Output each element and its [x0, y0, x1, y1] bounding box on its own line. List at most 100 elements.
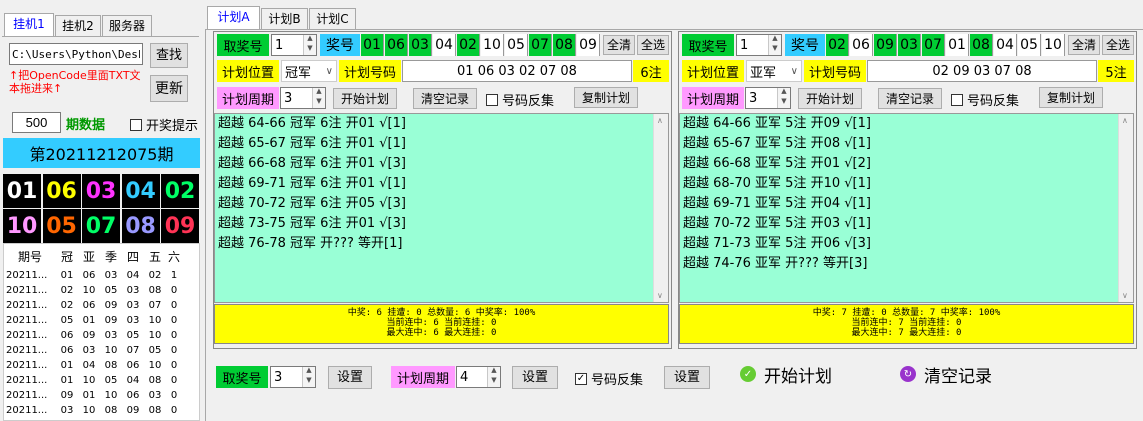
award-number[interactable]: 03 [409, 34, 432, 56]
award-number[interactable]: 04 [994, 34, 1017, 56]
clear-record-small-button[interactable]: 清空记录 [413, 88, 477, 109]
start-plan-small-button[interactable]: 开始计划 [333, 88, 397, 109]
award-number[interactable]: 06 [850, 34, 873, 56]
reverse-checkbox[interactable]: 号码反集 [951, 90, 1019, 109]
award-number[interactable]: 05 [505, 34, 528, 56]
tab-plan-b[interactable]: 计划B [261, 8, 308, 30]
checkbox-box[interactable] [130, 118, 142, 131]
cycle-stepper[interactable]: 3 ▲ ▼ [280, 87, 326, 109]
award-number[interactable]: 01 [361, 34, 384, 56]
bottom-set-button-1[interactable]: 设置 [328, 366, 372, 389]
column-header[interactable]: 四 [122, 244, 144, 268]
table-row[interactable]: 20211... 02 10 05 03 08 0 [4, 283, 182, 298]
stepper-arrows[interactable]: ▲ ▼ [302, 367, 315, 387]
list-item: 超越 71-73 亚军 5注 开06 √[3] [683, 236, 871, 251]
chevron-down-icon[interactable]: ∨ [326, 66, 333, 77]
open-prize-tip-checkbox[interactable]: 开奖提示 [130, 115, 198, 134]
bottom-set-button-3[interactable]: 设置 [664, 366, 710, 389]
clear-all-button[interactable]: 全清 [603, 35, 635, 55]
table-row[interactable]: 20211... 06 09 03 05 10 0 [4, 328, 182, 343]
chevron-up-icon[interactable]: ∧ [657, 116, 663, 125]
reverse-checkbox[interactable]: 号码反集 [486, 90, 554, 109]
column-header[interactable]: 季 [100, 244, 122, 268]
award-number[interactable]: 04 [433, 34, 456, 56]
pick-stepper[interactable]: 1 ▲ ▼ [736, 34, 782, 56]
award-number[interactable]: 02 [826, 34, 849, 56]
table-row[interactable]: 20211... 03 10 08 09 08 0 [4, 403, 182, 418]
scrollbar[interactable]: ∧ ∨ [1118, 114, 1133, 302]
award-number[interactable]: 07 [529, 34, 552, 56]
period-count-input[interactable] [12, 112, 61, 133]
find-button[interactable]: 查找 [150, 43, 188, 68]
path-input[interactable] [9, 43, 143, 65]
code-value[interactable]: 01 06 03 02 07 08 [402, 60, 632, 82]
bottom-cycle-stepper[interactable]: 4 ▲ ▼ [456, 366, 501, 388]
plan-log[interactable]: 超越 64-66 冠军 6注 开01 √[1] 超越 65-67 冠军 6注 开0… [214, 113, 669, 303]
table-row[interactable]: 20211... 06 03 10 07 05 0 [4, 343, 182, 358]
table-row[interactable]: 20211... 02 06 09 03 07 0 [4, 298, 182, 313]
clear-record-button[interactable]: ↻ 清空记录 [900, 362, 992, 387]
pick-stepper[interactable]: 1 ▲ ▼ [271, 34, 317, 56]
start-plan-button[interactable]: ✓ 开始计划 [740, 362, 832, 387]
bottom-set-button-2[interactable]: 设置 [512, 366, 558, 389]
clear-all-button[interactable]: 全清 [1068, 35, 1100, 55]
stepper-arrows[interactable]: ▲ ▼ [777, 88, 790, 108]
tab-plan-a[interactable]: 计划A [207, 6, 260, 30]
stepper-arrows[interactable]: ▲ ▼ [303, 35, 316, 55]
table-cell: 0 [170, 285, 178, 296]
award-number[interactable]: 08 [553, 34, 576, 56]
award-number[interactable]: 05 [1018, 34, 1041, 56]
chevron-up-icon[interactable]: ∧ [1122, 116, 1128, 125]
award-number[interactable]: 10 [1042, 34, 1065, 56]
tab-guaji2[interactable]: 挂机2 [55, 15, 101, 37]
cycle-stepper[interactable]: 3 ▲ ▼ [745, 87, 791, 109]
position-select[interactable]: 亚军 ∨ [746, 60, 802, 82]
select-all-button[interactable]: 全选 [637, 35, 669, 55]
position-select[interactable]: 冠军 ∨ [281, 60, 337, 82]
award-number[interactable]: 09 [577, 34, 600, 56]
tab-server[interactable]: 服务器 [102, 15, 152, 37]
checkbox-box-checked[interactable]: ✓ [575, 372, 587, 385]
code-value[interactable]: 02 09 03 07 08 [867, 60, 1097, 82]
column-header[interactable]: 六 [166, 244, 182, 268]
clear-record-small-button[interactable]: 清空记录 [878, 88, 942, 109]
stepper-arrows[interactable]: ▲ ▼ [487, 367, 500, 387]
table-row[interactable]: 20211... 05 01 09 03 10 0 [4, 313, 182, 328]
tab-guaji1[interactable]: 挂机1 [4, 13, 54, 37]
copy-plan-button[interactable]: 复制计划 [574, 87, 638, 108]
table-row[interactable]: 20211... 01 06 03 04 02 1 [4, 268, 182, 283]
select-all-button[interactable]: 全选 [1102, 35, 1134, 55]
stepper-arrows[interactable]: ▲ ▼ [312, 88, 325, 108]
column-header[interactable]: 亚 [78, 244, 100, 268]
award-number[interactable]: 10 [481, 34, 504, 56]
table-row[interactable]: 20211... 01 10 05 04 08 0 [4, 373, 182, 388]
award-number[interactable]: 09 [874, 34, 897, 56]
award-number[interactable]: 06 [385, 34, 408, 56]
stepper-arrows[interactable]: ▲ ▼ [768, 35, 781, 55]
refresh-button[interactable]: 更新 [150, 75, 188, 102]
award-number[interactable]: 08 [970, 34, 993, 56]
table-row[interactable]: 20211... 01 04 08 06 10 0 [4, 358, 182, 373]
column-header[interactable]: 五 [144, 244, 166, 268]
copy-plan-button[interactable]: 复制计划 [1039, 87, 1103, 108]
checkbox-box[interactable] [486, 93, 498, 106]
checkbox-box[interactable] [951, 93, 963, 106]
tab-plan-c[interactable]: 计划C [309, 8, 356, 30]
award-number[interactable]: 03 [898, 34, 921, 56]
chevron-down-icon[interactable]: ∨ [1122, 291, 1128, 300]
award-number[interactable]: 07 [922, 34, 945, 56]
award-number[interactable]: 02 [457, 34, 480, 56]
chevron-down-icon[interactable]: ∨ [791, 66, 798, 77]
award-number[interactable]: 01 [946, 34, 969, 56]
chevron-down-icon[interactable]: ∨ [657, 291, 663, 300]
column-header[interactable]: 期号 [4, 244, 56, 268]
table-row[interactable]: 20211... 09 01 10 06 03 0 [4, 388, 182, 403]
start-plan-small-button[interactable]: 开始计划 [798, 88, 862, 109]
scrollbar[interactable]: ∧ ∨ [653, 114, 668, 302]
column-header[interactable]: 冠 [56, 244, 78, 268]
table-cell: 20211... [6, 285, 48, 296]
bottom-pick-stepper[interactable]: 3 ▲ ▼ [270, 366, 316, 388]
bottom-reverse-checkbox[interactable]: ✓ 号码反集 [575, 369, 643, 388]
pick-label: 取奖号 [682, 34, 734, 56]
plan-log[interactable]: 超越 64-66 亚军 5注 开09 √[1] 超越 65-67 亚军 5注 开0… [679, 113, 1134, 303]
